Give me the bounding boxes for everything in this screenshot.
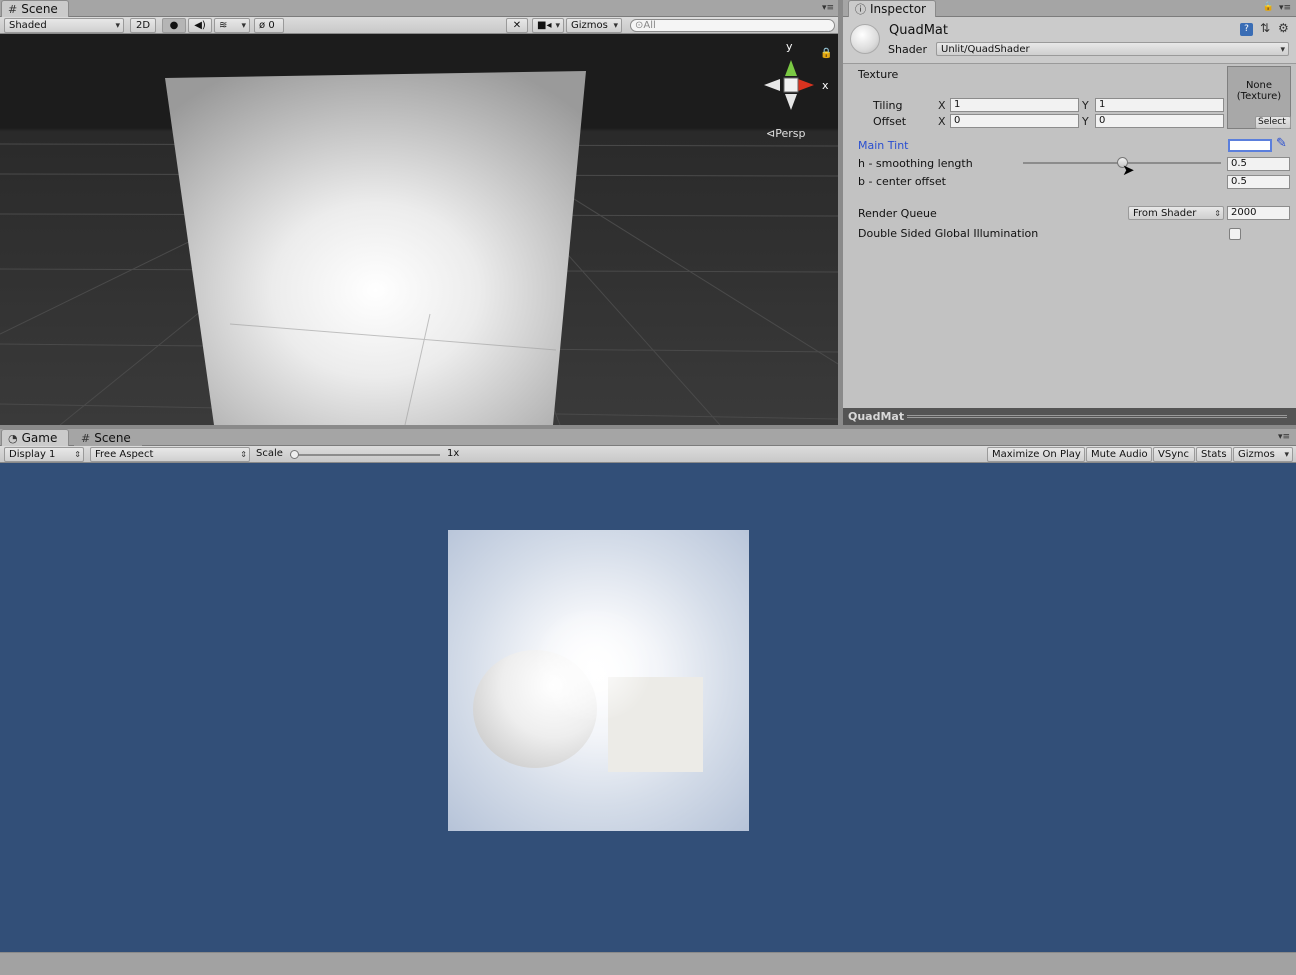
offset-label: Offset [873,115,907,128]
camera-dropdown[interactable]: ■◂ [532,18,564,33]
tiling-x-field[interactable]: 1 [950,98,1079,112]
vsync-toggle[interactable]: VSync [1153,447,1195,462]
scale-label: Scale [256,448,283,459]
pacman-icon: ◔ [8,432,18,445]
offset-x-field[interactable]: 0 [950,114,1079,128]
tab-game[interactable]: ◔ Game [1,429,69,446]
gizmos-dropdown[interactable]: Gizmos [566,18,622,33]
scene-viewport[interactable]: y x 🔒 ⊲Persp [0,34,838,425]
preview-bar[interactable]: QuadMat [843,408,1296,425]
game-quad [448,530,749,831]
mute-audio-toggle[interactable]: Mute Audio [1086,447,1152,462]
tiling-y-field[interactable]: 1 [1095,98,1224,112]
scale-slider-thumb[interactable] [290,450,299,459]
camera-icon: ■◂ [537,20,552,31]
scale-slider-track [290,454,440,456]
axis-y-label: y [786,40,793,53]
lighting-toggle[interactable]: ● [162,18,186,33]
inspector-menu-icon[interactable]: ▾≡ [1279,3,1291,13]
scale-value: 1x [447,448,460,459]
smoothing-label: h - smoothing length [858,157,973,170]
offset-x-label: X [938,115,946,128]
game-toolbar: Display 1 Free Aspect Scale 1x Maximize … [0,446,1296,463]
shader-label: Shader [888,43,927,56]
tiling-y-label: Y [1082,99,1089,112]
texture-label: Texture [858,68,899,81]
tools-button[interactable]: ✕ [506,18,528,33]
tab-scene-secondary[interactable]: # Scene [74,429,142,446]
axis-x-label: x [822,79,829,92]
scene-canvas: y x 🔒 [0,40,838,425]
texture-select-button[interactable]: Select [1255,116,1291,129]
scale-slider[interactable] [290,449,440,460]
audio-toggle[interactable]: ◀) [188,18,212,33]
material-preview-icon [850,24,880,54]
maximize-on-play-toggle[interactable]: Maximize On Play [987,447,1085,462]
stats-toggle[interactable]: Stats [1196,447,1232,462]
material-name: QuadMat [889,23,948,38]
game-tabbar: ◔ Game # Scene ▾≡ [0,429,1296,446]
help-icon[interactable]: ? [1240,23,1253,36]
main-tint-label: Main Tint [858,139,909,152]
scene-toolbar: Shaded 2D ● ◀) ≋ ø 0 ✕ ■◂ Gizmos ⊙All [0,17,840,34]
render-queue-label: Render Queue [858,207,937,220]
preview-title: QuadMat [848,410,905,423]
speaker-icon: ◀) [194,20,206,31]
eye-slash-icon: ø [259,20,266,31]
grid-icon: # [8,3,18,16]
inspector-lock-icon[interactable]: 🔒 [1263,2,1274,12]
hidden-objects-toggle[interactable]: ø 0 [254,18,284,33]
orientation-gizmo[interactable] [764,60,814,110]
scene-quad[interactable] [165,71,586,425]
persp-arrow-icon: ⊲ [766,127,776,140]
smoothing-value-field[interactable]: 0.5 [1227,157,1290,171]
inspector-tabbar: ⓘ Inspector 🔒 ▾≡ [843,0,1296,17]
grid-icon: # [81,432,91,445]
inspector-panel: ⓘ Inspector 🔒 ▾≡ QuadMat Shader Unlit/Qua… [843,0,1296,425]
offset-y-field[interactable]: 0 [1095,114,1224,128]
lightbulb-icon: ● [169,20,179,31]
layers-icon: ≋ [219,20,228,31]
game-panel-menu-icon[interactable]: ▾≡ [1278,432,1290,442]
render-queue-dropdown[interactable]: From Shader [1128,206,1224,221]
double-sided-gi-label: Double Sided Global Illumination [858,227,1039,240]
main-tint-color-field[interactable] [1228,139,1272,152]
lock-icon[interactable]: 🔒 [820,47,832,59]
mouse-cursor-icon: ➤ [1122,161,1135,179]
game-viewport[interactable] [0,463,1296,952]
render-queue-field[interactable]: 2000 [1227,206,1290,220]
eyedropper-icon[interactable]: ✎ [1276,136,1287,151]
status-bar [0,952,1296,975]
tab-scene[interactable]: # Scene [1,0,69,17]
projection-toggle[interactable]: ⊲Persp [766,127,805,140]
settings-gear-icon[interactable]: ⚙ [1278,21,1289,35]
scene-search-input[interactable]: ⊙All [630,19,835,32]
game-gizmos-dropdown[interactable]: Gizmos [1233,447,1293,462]
tiling-label: Tiling [873,99,903,112]
material-header: QuadMat Shader Unlit/QuadShader ? ⇅ ⚙ [843,17,1296,64]
offset-y-label: Y [1082,115,1089,128]
scene-tabbar: # Scene ▾≡ [0,0,840,17]
center-offset-label: b - center offset [858,175,946,188]
tiling-x-label: X [938,99,946,112]
shader-dropdown[interactable]: Unlit/QuadShader [936,42,1289,57]
tab-inspector[interactable]: ⓘ Inspector [848,0,936,17]
center-offset-field[interactable]: 0.5 [1227,175,1290,189]
info-icon: ⓘ [855,3,866,16]
display-dropdown[interactable]: Display 1 [4,447,84,462]
preview-drag-handle[interactable] [907,415,1287,418]
double-sided-gi-checkbox[interactable] [1229,228,1241,240]
shading-mode-dropdown[interactable]: Shaded [4,18,124,33]
panel-menu-icon[interactable]: ▾≡ [822,3,834,13]
effects-dropdown[interactable]: ≋ [214,18,250,33]
preset-icon[interactable]: ⇅ [1260,21,1270,35]
game-glow [528,610,658,720]
tools-icon: ✕ [512,20,522,31]
aspect-dropdown[interactable]: Free Aspect [90,447,250,462]
mode-2d-button[interactable]: 2D [130,18,156,33]
